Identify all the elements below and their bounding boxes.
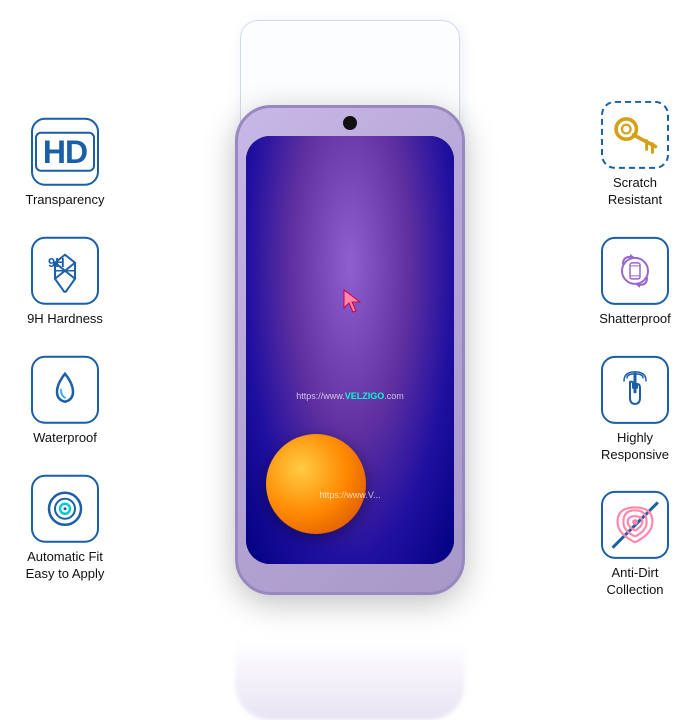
phone-screen: https://www.VELZIGO.com https://www.V... bbox=[246, 136, 454, 564]
hd-label: Transparency bbox=[26, 192, 105, 209]
feature-auto-fit: Automatic FitEasy to Apply bbox=[26, 474, 105, 582]
shatterproof-label: Shatterproof bbox=[599, 311, 671, 328]
fingerprint-icon bbox=[603, 493, 667, 557]
hd-icon-box: HD bbox=[31, 118, 99, 186]
touch-icon bbox=[613, 368, 657, 412]
phone-reflection bbox=[235, 640, 465, 720]
feature-scratch: ScratchResistant bbox=[601, 101, 669, 209]
waterproof-icon-box bbox=[31, 356, 99, 424]
feature-9h-hardness: 9H 9H Hardness bbox=[27, 237, 103, 328]
feature-responsive: HighlyResponsive bbox=[601, 356, 669, 464]
cursor-icon bbox=[340, 286, 370, 316]
watermark-text: https://www.VELZIGO.com bbox=[246, 391, 454, 401]
waterproof-label: Waterproof bbox=[33, 430, 97, 447]
anti-dirt-label: Anti-DirtCollection bbox=[606, 565, 663, 599]
key-icon bbox=[603, 103, 667, 167]
feature-shatterproof: Shatterproof bbox=[599, 237, 671, 328]
anti-dirt-icon-box bbox=[601, 491, 669, 559]
target-circle-icon bbox=[43, 486, 87, 530]
right-features: ScratchResistant Shatterp bbox=[580, 101, 690, 599]
9h-icon-box: 9H bbox=[31, 237, 99, 305]
droplet-icon bbox=[43, 368, 87, 412]
left-features: HD Transparency 9H 9H Hardness bbox=[10, 118, 120, 582]
wallpaper-ball bbox=[266, 434, 366, 534]
hd-icon: HD bbox=[35, 132, 95, 172]
screen-content: https://www.VELZIGO.com https://www.V... bbox=[246, 136, 454, 564]
shatterproof-icon-box bbox=[601, 237, 669, 305]
scratch-label: ScratchResistant bbox=[608, 175, 662, 209]
scratch-icon-box bbox=[601, 101, 669, 169]
diamond-icon: 9H bbox=[43, 249, 87, 293]
phone-body: https://www.VELZIGO.com https://www.V... bbox=[235, 105, 465, 595]
feature-waterproof: Waterproof bbox=[31, 356, 99, 447]
rotate-icon bbox=[613, 249, 657, 293]
phone-notch bbox=[343, 116, 357, 130]
main-container: HD Transparency 9H 9H Hardness bbox=[0, 0, 700, 700]
auto-fit-label: Automatic FitEasy to Apply bbox=[26, 548, 105, 582]
watermark-text2: https://www.V... bbox=[246, 490, 454, 500]
phone-center: https://www.VELZIGO.com https://www.V... bbox=[180, 40, 520, 660]
feature-anti-dirt: Anti-DirtCollection bbox=[601, 491, 669, 599]
responsive-label: HighlyResponsive bbox=[601, 430, 669, 464]
9h-label: 9H Hardness bbox=[27, 311, 103, 328]
auto-fit-icon-box bbox=[31, 474, 99, 542]
feature-hd-transparency: HD Transparency bbox=[26, 118, 105, 209]
responsive-icon-box bbox=[601, 356, 669, 424]
